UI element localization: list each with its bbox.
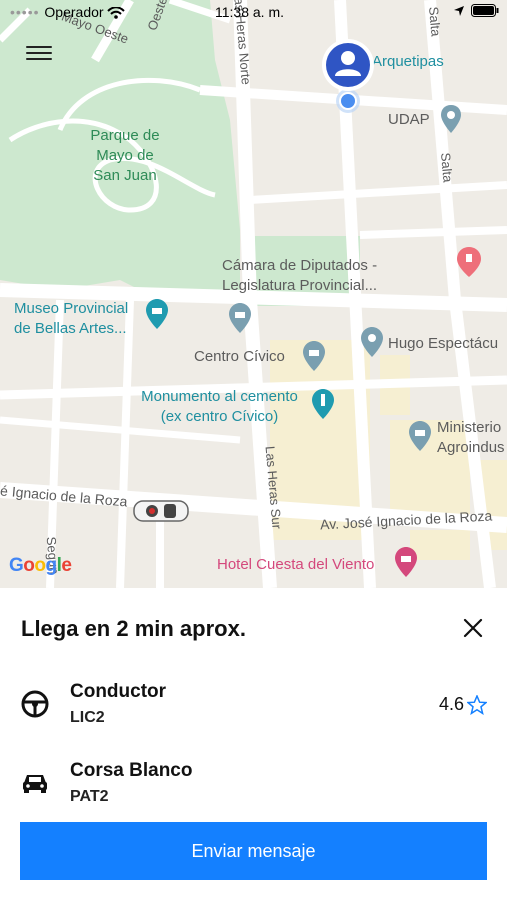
driver-label: Conductor: [70, 681, 167, 702]
signal-dots-icon: •••••: [10, 4, 45, 20]
status-bar: ••••• Operador 11:38 a. m.: [0, 0, 507, 26]
gov-pin-icon-2[interactable]: [302, 340, 326, 372]
status-time: 11:38 a. m.: [215, 4, 285, 20]
gov-pin-icon-1[interactable]: [228, 302, 252, 334]
google-logo: Google: [9, 555, 72, 576]
poi-monumento[interactable]: Monumento al cemento (ex centro Cívico): [132, 387, 307, 427]
eta-title: Llega en 2 min aprox.: [21, 616, 246, 641]
battery-icon: [471, 4, 499, 17]
driver-rating: 4.6: [439, 694, 487, 715]
carrier-label: ••••• Operador: [10, 4, 126, 20]
driver-id: LIC2: [70, 709, 105, 726]
restaurant-pin-icon[interactable]: [456, 246, 482, 278]
poi-centro-civico[interactable]: Centro Cívico: [194, 347, 285, 367]
poi-pin-icon-hugo[interactable]: [360, 326, 384, 358]
wifi-icon: [107, 6, 126, 20]
street-label-salta-mid: Salta: [438, 152, 456, 183]
gov-pin-icon-3[interactable]: [408, 420, 432, 452]
rating-value: 4.6: [438, 694, 464, 714]
vehicle-label: Corsa Blanco: [70, 760, 193, 781]
poi-udap[interactable]: UDAP: [388, 110, 430, 130]
star-icon: [467, 694, 487, 715]
user-location-pin-icon: [322, 39, 374, 113]
hotel-pin-icon[interactable]: [394, 546, 418, 578]
steering-wheel-icon: [21, 690, 49, 718]
location-arrow-icon: [454, 5, 464, 16]
poi-ministerio[interactable]: Ministerio Agroindus: [437, 418, 507, 458]
poi-pin-icon[interactable]: [440, 104, 462, 134]
menu-icon[interactable]: [26, 42, 52, 64]
carrier-name: Operador: [44, 4, 104, 20]
close-icon[interactable]: [460, 615, 486, 641]
car-marker-icon: [133, 500, 189, 522]
museum-pin-icon[interactable]: [145, 298, 169, 330]
poi-hotel[interactable]: Hotel Cuesta del Viento: [217, 556, 374, 573]
poi-arquetipas[interactable]: Arquetipas: [372, 53, 444, 70]
vehicle-plate: PAT2: [70, 788, 109, 805]
send-message-button[interactable]: Enviar mensaje: [20, 822, 487, 880]
trip-info-sheet: Llega en 2 min aprox. Conductor LIC2 4.6…: [0, 588, 507, 900]
map-view[interactable]: Mayo Oeste Oeste Las Heras Norte Salta S…: [0, 0, 507, 588]
poi-hugo[interactable]: Hugo Espectácu: [388, 334, 498, 354]
poi-museo[interactable]: Museo Provincial de Bellas Artes...: [14, 299, 142, 339]
poi-park[interactable]: Parque de Mayo de San Juan: [85, 126, 165, 186]
monument-pin-icon[interactable]: [311, 388, 335, 420]
poi-camara-diputados[interactable]: Cámara de Diputados - Legislatura Provin…: [222, 256, 407, 296]
car-icon: [23, 775, 47, 793]
